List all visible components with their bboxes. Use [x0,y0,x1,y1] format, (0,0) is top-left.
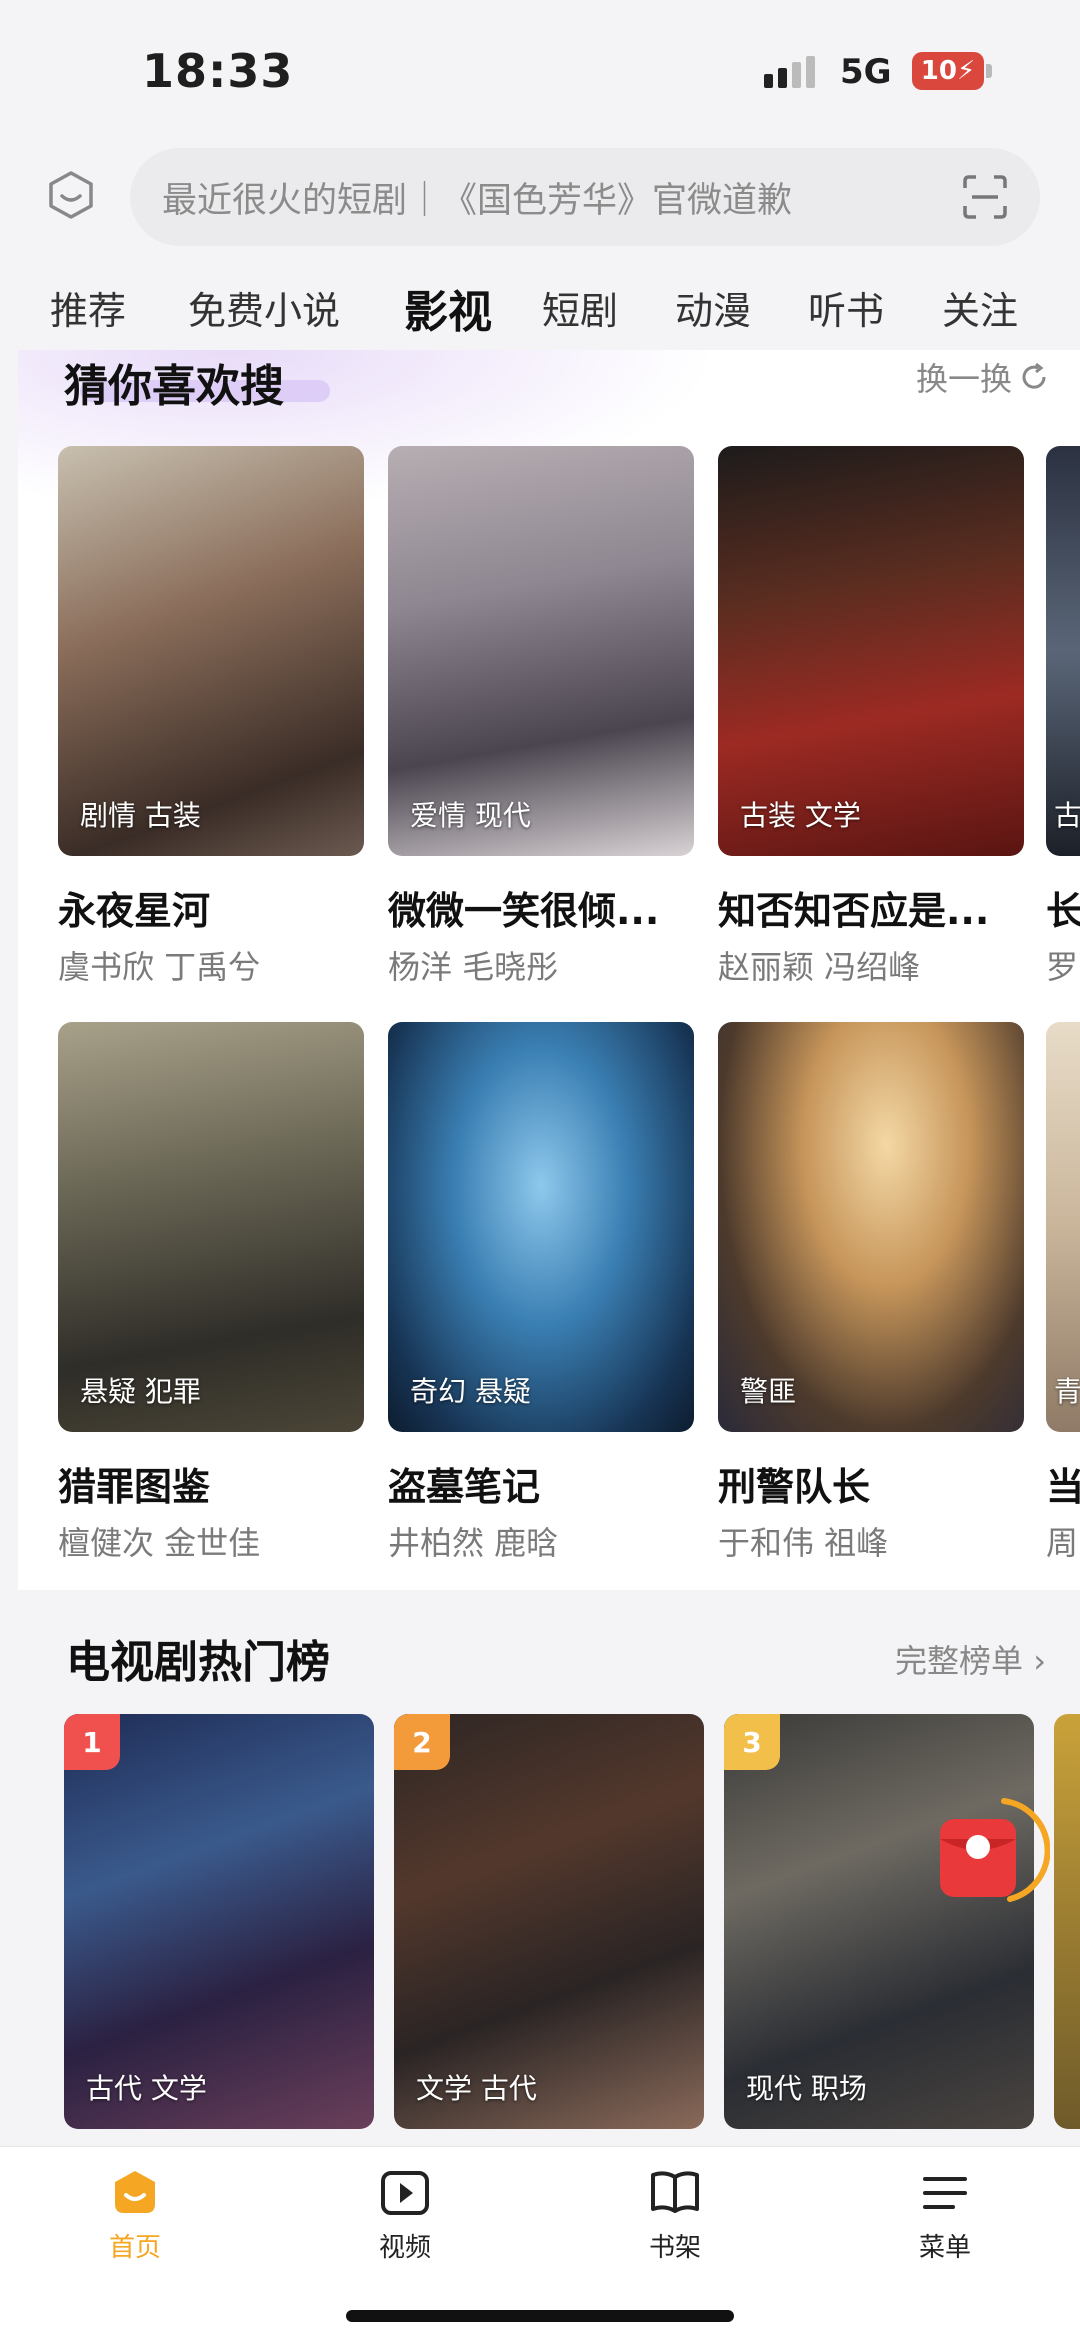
app-logo-icon[interactable] [46,170,96,220]
poster-title[interactable]: 长 [1046,880,1080,935]
refresh-icon [1022,362,1046,389]
poster-cast: 赵丽颖 冯绍峰 [718,948,921,986]
poster-cast: 檀健次 金世佳 [58,1524,261,1562]
poster-title[interactable]: 盗墓笔记 [388,1456,694,1511]
ranking-item-1[interactable]: 1 古代 文学 [64,1714,374,2129]
main-content: 猜你喜欢搜 换一换 剧情 古装 爱情 现代 古装 文学 古 永夜星河 微微一笑很… [0,350,1080,2145]
poster-tags: 古 [1054,799,1080,832]
poster-7[interactable]: 警匪 [718,1022,1024,1432]
poster-tags: 爱情 现代 [410,799,531,832]
nav-video[interactable]: 视频 [335,2165,475,2264]
poster-tags: 古装 文学 [740,799,861,832]
section-title: 猜你喜欢搜 [64,361,284,412]
nav-bookshelf[interactable]: 书架 [605,2165,745,2264]
search-input[interactable]: 最近很火的短剧｜《国色芳华》官微道歉 [130,148,1040,246]
poster-tags: 剧情 古装 [80,799,201,832]
nav-home-label: 首页 [108,2233,161,2263]
poster-title[interactable]: 永夜星河 [58,880,364,935]
ranking-item-3[interactable]: 3 现代 职场 [724,1714,1034,2129]
home-indicator[interactable] [346,2310,734,2322]
poster-4[interactable]: 古 [1046,446,1080,856]
poster-title[interactable]: 当 [1046,1456,1080,1511]
search-placeholder: 最近很火的短剧｜《国色芳华》官微道歉 [162,180,793,221]
poster-cast: 虞书欣 丁禹兮 [58,948,261,986]
poster-6[interactable]: 奇幻 悬疑 [388,1022,694,1432]
poster-title[interactable]: 猎罪图鉴 [58,1456,364,1511]
poster-5[interactable]: 悬疑 犯罪 [58,1022,364,1432]
refresh-button[interactable]: 换一换 [916,354,1050,400]
tab-follow[interactable]: 关注 [942,280,1018,335]
signal-icon [764,56,815,88]
nav-bookshelf-label: 书架 [648,2233,701,2263]
rank-badge: 1 [64,1714,120,1770]
poster-cast: 于和伟 祖峰 [718,1524,889,1562]
full-list-link[interactable]: 完整榜单 › [895,1636,1046,1682]
poster-title[interactable]: 微微一笑很倾... [388,880,694,935]
poster-2[interactable]: 爱情 现代 [388,446,694,856]
menu-icon [923,2177,967,2209]
tab-audiobook[interactable]: 听书 [808,280,884,335]
category-tabs: 推荐 免费小说 影视 短剧 动漫 听书 关注 [0,270,1080,350]
tab-film-tv[interactable]: 影视 [404,276,492,340]
guess-you-like-section: 猜你喜欢搜 换一换 剧情 古装 爱情 现代 古装 文学 古 永夜星河 微微一笑很… [18,350,1080,1590]
network-label: 5G [840,52,892,92]
tv-hot-ranking-section: 电视剧热门榜 完整榜单 › 1 古代 文学 2 文学 古代 3 现代 职场 [18,1590,1080,2145]
ranking-tags: 文学 古代 [416,2072,537,2105]
poster-tags: 悬疑 犯罪 [80,1375,201,1408]
poster-cast: 周 [1046,1524,1079,1562]
home-icon [115,2171,155,2213]
rank-badge: 3 [724,1714,780,1770]
section-title: 电视剧热门榜 [66,1637,330,1688]
poster-3[interactable]: 古装 文学 [718,446,1024,856]
refresh-label: 换一换 [915,360,1012,398]
nav-menu-label: 菜单 [918,2233,971,2263]
poster-cast: 杨洋 毛晓彤 [388,948,559,986]
ranking-item-4[interactable] [1054,1714,1080,2129]
battery-tip [986,64,992,78]
ranking-tags: 古代 文学 [86,2072,207,2105]
nav-menu[interactable]: 菜单 [875,2165,1015,2264]
ranking-tags: 现代 职场 [746,2072,867,2105]
status-bar: 18:33 5G 10 ⚡ [0,0,1080,140]
battery-icon: 10 ⚡ [912,52,984,90]
scan-icon[interactable] [962,174,1008,220]
tab-anime[interactable]: 动漫 [675,280,751,335]
tab-short-drama[interactable]: 短剧 [542,280,618,335]
poster-1[interactable]: 剧情 古装 [58,446,364,856]
status-time: 18:33 [142,44,294,98]
nav-video-label: 视频 [378,2233,431,2263]
tab-recommend[interactable]: 推荐 [50,280,126,335]
tab-free-novel[interactable]: 免费小说 [188,280,340,335]
poster-cast: 罗 [1046,948,1079,986]
nav-home[interactable]: 首页 [65,2165,205,2264]
poster-tags: 青 [1054,1375,1080,1408]
red-packet-icon[interactable] [940,1795,1051,1915]
poster-cast: 井柏然 鹿晗 [388,1524,559,1562]
ranking-item-2[interactable]: 2 文学 古代 [394,1714,704,2129]
book-icon [651,2171,699,2213]
battery-level: 10 [920,56,957,86]
poster-title[interactable]: 知否知否应是... [718,880,1024,935]
poster-title[interactable]: 刑警队长 [718,1456,1024,1511]
video-play-icon [381,2171,429,2215]
poster-tags: 警匪 [740,1375,797,1408]
poster-8[interactable]: 青 [1046,1022,1080,1432]
poster-tags: 奇幻 悬疑 [410,1375,531,1408]
rank-badge: 2 [394,1714,450,1770]
